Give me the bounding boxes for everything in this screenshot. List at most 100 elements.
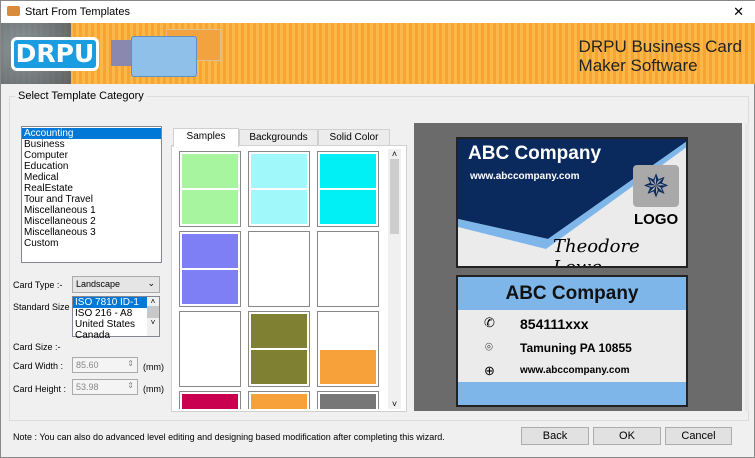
- scroll-down-icon[interactable]: ˅: [147, 318, 159, 327]
- thumbnail-front: [251, 154, 307, 188]
- thumbnail-front: [320, 234, 376, 268]
- template-thumbnail[interactable]: [179, 151, 241, 227]
- category-item[interactable]: Tour and Travel: [22, 194, 161, 205]
- scroll-thumb[interactable]: [390, 159, 399, 234]
- group-title: Select Template Category: [15, 90, 147, 102]
- scroll-up-icon[interactable]: ˄: [147, 297, 159, 306]
- card-type-value: Landscape: [76, 279, 121, 289]
- template-thumbnail[interactable]: [317, 231, 379, 307]
- template-thumbnail[interactable]: [317, 151, 379, 227]
- card-height-value: 53.98: [76, 382, 99, 392]
- category-item[interactable]: Miscellaneous 1: [22, 205, 161, 216]
- template-grid: [179, 151, 385, 409]
- close-button[interactable]: ✕: [733, 4, 744, 20]
- scroll-up-icon[interactable]: ˄: [388, 149, 401, 159]
- card-type-dropdown[interactable]: Landscape ⌄: [72, 276, 160, 293]
- card-graphic: [131, 36, 197, 77]
- thumbnail-back: [320, 270, 376, 304]
- thumbnail-back: [320, 190, 376, 224]
- thumbnail-front: [320, 154, 376, 188]
- template-thumbnail[interactable]: [317, 391, 379, 409]
- size-option[interactable]: ISO 7810 ID-1: [73, 297, 147, 308]
- template-thumbnail[interactable]: [248, 391, 310, 409]
- brand-text: DRPU Business Card Maker Software: [579, 37, 742, 75]
- app-icon: [7, 6, 20, 16]
- brand-line2: Maker Software: [578, 56, 698, 75]
- brand-line1: DRPU Business Card: [578, 37, 742, 56]
- card-back-preview: ABC Company ✆ 854111xxx ⌾ Tamuning PA 10…: [456, 275, 688, 407]
- back-phone: 854111xxx: [520, 316, 589, 332]
- back-address: Tamuning PA 10855: [520, 341, 632, 355]
- card-width-unit: (mm): [143, 362, 164, 372]
- front-logo-text: LOGO: [634, 211, 679, 228]
- back-footer-band: [458, 382, 686, 405]
- template-thumbnail[interactable]: [179, 231, 241, 307]
- title-bar: Start From Templates ✕: [1, 1, 755, 23]
- location-icon: ⌾: [485, 339, 493, 354]
- template-thumbnail[interactable]: [248, 311, 310, 387]
- chevron-down-icon: ⌄: [147, 278, 155, 288]
- thumbnail-front: [251, 394, 307, 409]
- card-width-input[interactable]: 85.60 ⇕: [72, 357, 138, 373]
- category-item[interactable]: Accounting: [22, 128, 161, 139]
- back-website: www.abccompany.com: [520, 365, 630, 376]
- back-company-name: ABC Company: [505, 283, 639, 304]
- thumbnail-back: [251, 190, 307, 224]
- scroll-thumb[interactable]: [147, 306, 159, 318]
- category-item[interactable]: Business: [22, 139, 161, 150]
- card-size-label: Card Size :-: [13, 342, 61, 352]
- spinner-icon[interactable]: ⇕: [127, 359, 134, 368]
- size-scrollbar[interactable]: ˄ ˅: [147, 297, 159, 336]
- thumbnail-front: [320, 394, 376, 409]
- card-height-input[interactable]: 53.98 ⇕: [72, 379, 138, 395]
- thumbnail-back: [320, 350, 376, 384]
- thumbnail-back: [182, 270, 238, 304]
- thumbnail-front: [182, 394, 238, 409]
- thumbnail-back: [251, 270, 307, 304]
- spinner-icon[interactable]: ⇕: [127, 381, 134, 390]
- preview-scrollbar[interactable]: [745, 123, 749, 411]
- template-thumbnail[interactable]: [248, 231, 310, 307]
- banner: DRPU DRPU Business Card Maker Software: [1, 23, 755, 84]
- ok-button[interactable]: OK: [593, 427, 661, 445]
- globe-icon: ⊕: [484, 363, 495, 378]
- tab-backgrounds[interactable]: Backgrounds: [239, 129, 318, 146]
- front-website: www.abccompany.com: [470, 171, 580, 182]
- logo-placeholder-icon: ✵: [633, 165, 679, 207]
- category-listbox[interactable]: Accounting Business Computer Education Medic…: [21, 126, 162, 263]
- category-item[interactable]: Education: [22, 161, 161, 172]
- drpu-logo: DRPU: [11, 37, 99, 71]
- template-thumbnail[interactable]: [179, 391, 241, 409]
- template-thumbnail[interactable]: [248, 151, 310, 227]
- thumbnail-front: [182, 234, 238, 268]
- category-item[interactable]: Miscellaneous 2: [22, 216, 161, 227]
- size-option[interactable]: United States: [73, 319, 147, 330]
- category-item[interactable]: Miscellaneous 3: [22, 227, 161, 238]
- standard-size-label: Standard Size :-: [13, 302, 78, 312]
- category-item[interactable]: RealEstate: [22, 183, 161, 194]
- card-width-value: 85.60: [76, 360, 99, 370]
- template-scrollbar[interactable]: ˄ ˅: [388, 149, 401, 409]
- category-item[interactable]: Medical: [22, 172, 161, 183]
- thumbnail-back: [182, 190, 238, 224]
- thumbnail-front: [251, 234, 307, 268]
- thumbnail-front: [182, 154, 238, 188]
- back-button[interactable]: Back: [521, 427, 589, 445]
- phone-icon: ✆: [484, 315, 495, 330]
- tab-samples[interactable]: Samples: [173, 128, 239, 147]
- category-item[interactable]: Custom: [22, 238, 161, 249]
- thumbnail-back: [182, 350, 238, 384]
- size-option[interactable]: Canada: [73, 330, 147, 341]
- front-company-name: ABC Company: [468, 143, 602, 164]
- category-item[interactable]: Computer: [22, 150, 161, 161]
- size-option[interactable]: ISO 216 - A8: [73, 308, 147, 319]
- thumbnail-front: [320, 314, 376, 348]
- card-width-label: Card Width :: [13, 361, 64, 371]
- template-thumbnail[interactable]: [317, 311, 379, 387]
- cancel-button[interactable]: Cancel: [665, 427, 732, 445]
- tab-solid-color[interactable]: Solid Color: [318, 129, 390, 146]
- template-thumbnail[interactable]: [179, 311, 241, 387]
- scroll-down-icon[interactable]: ˅: [388, 399, 401, 409]
- card-height-unit: (mm): [143, 384, 164, 394]
- footer-note: Note : You can also do advanced level ed…: [13, 432, 445, 442]
